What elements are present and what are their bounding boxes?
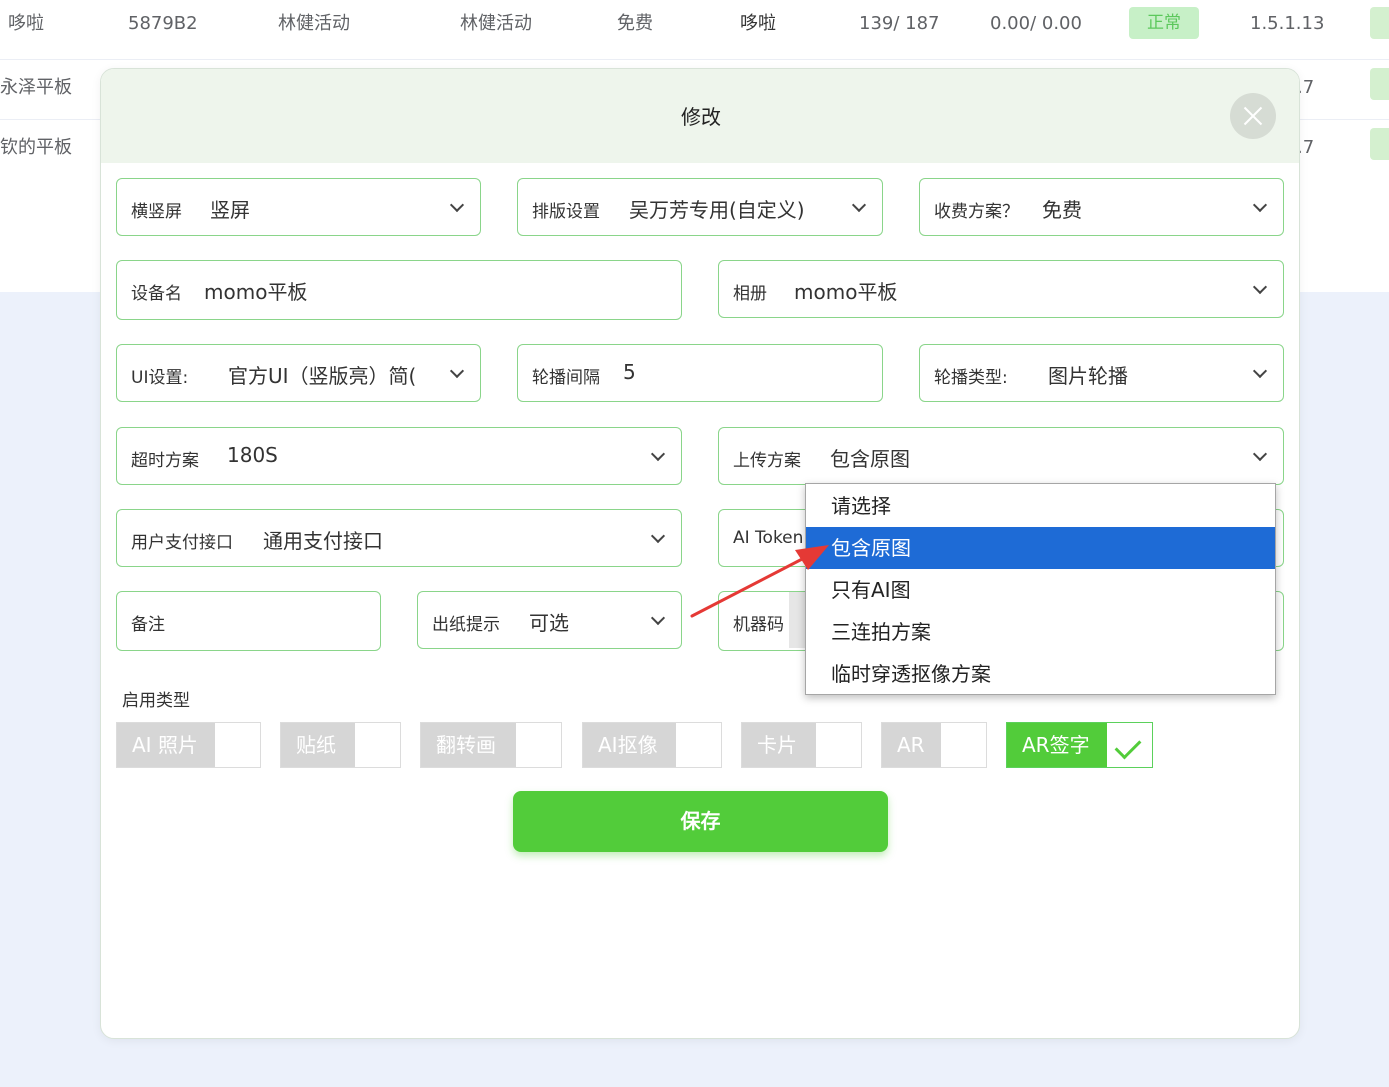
billing-select[interactable]: 收费方案？ 免费 xyxy=(919,178,1284,236)
field-label: 备注 xyxy=(131,615,165,635)
type-checkbox-card[interactable]: 卡片 xyxy=(741,722,862,768)
timeout-select[interactable]: 超时方案 180S xyxy=(116,427,682,485)
checkbox-label: AR签字 xyxy=(1007,723,1107,767)
upload-select[interactable]: 上传方案 包含原图 xyxy=(718,427,1284,485)
checkbox-label: 卡片 xyxy=(742,723,816,767)
checkbox-label: AI抠像 xyxy=(583,723,676,767)
type-checkbox-flip[interactable]: 翻转画 xyxy=(420,722,562,768)
table-cell: 139/ 187 xyxy=(859,13,940,34)
field-label: AI Token xyxy=(733,528,804,548)
type-checkbox-ai-photo[interactable]: AI 照片 xyxy=(116,722,261,768)
field-value: 180S xyxy=(227,443,278,467)
table-row[interactable]: 哆啦 5879B2 林健活动 林健活动 免费 哆啦 139/ 187 0.00/… xyxy=(0,0,1389,60)
chevron-down-icon xyxy=(448,198,466,216)
field-label: 出纸提示 xyxy=(432,615,500,635)
type-checkbox-sticker[interactable]: 贴纸 xyxy=(280,722,401,768)
chevron-down-icon xyxy=(1251,447,1269,465)
row-action-button[interactable] xyxy=(1370,128,1389,160)
dropdown-option[interactable]: 临时穿透抠像方案 xyxy=(806,653,1275,695)
ui-setting-select[interactable]: UI设置: 官方UI（竖版亮）简( xyxy=(116,344,481,402)
type-checkbox-ai-cutout[interactable]: AI抠像 xyxy=(582,722,722,768)
modal-title: 修改 xyxy=(681,105,721,129)
table-cell: 钦的平板 xyxy=(0,137,72,158)
field-value: 免费 xyxy=(1042,198,1082,222)
modal-header: 修改 xyxy=(101,69,1299,163)
field-value: 吴万芳专用(自定义) xyxy=(629,198,805,222)
carousel-type-select[interactable]: 轮播类型: 图片轮播 xyxy=(919,344,1284,402)
chevron-down-icon xyxy=(1251,280,1269,298)
enable-types-label: 启用类型 xyxy=(122,691,190,711)
chevron-down-icon xyxy=(649,611,667,629)
row-action-button[interactable] xyxy=(1370,68,1389,100)
table-cell: 哆啦 xyxy=(740,13,776,34)
field-value: 图片轮播 xyxy=(1048,364,1128,388)
check-icon xyxy=(1114,732,1142,760)
field-label: 轮播类型: xyxy=(934,368,1008,388)
checkbox-label: 翻转画 xyxy=(421,723,516,767)
table-cell: 哆啦 xyxy=(8,13,44,34)
field-label: 超时方案 xyxy=(131,451,199,471)
field-label: 上传方案 xyxy=(733,451,801,471)
field-label: 相册 xyxy=(733,284,767,304)
close-icon[interactable] xyxy=(1230,93,1276,139)
field-value: 5 xyxy=(623,360,636,384)
orientation-select[interactable]: 横竖屏 竖屏 xyxy=(116,178,481,236)
type-checkbox-ar[interactable]: AR xyxy=(881,722,987,768)
field-label: 排版设置 xyxy=(532,202,600,222)
chevron-down-icon xyxy=(448,364,466,382)
chevron-down-icon xyxy=(649,447,667,465)
version-cell: 1.5.1.13 xyxy=(1250,13,1325,34)
field-label: 机器码 xyxy=(733,615,784,635)
table-cell: 5879B2 xyxy=(128,13,198,34)
remark-input[interactable]: 备注 xyxy=(116,591,381,651)
layout-select[interactable]: 排版设置 吴万芳专用(自定义) xyxy=(517,178,883,236)
upload-dropdown-list: 请选择 包含原图 只有AI图 三连拍方案 临时穿透抠像方案 xyxy=(805,483,1276,695)
checkbox-label: AI 照片 xyxy=(117,723,215,767)
row-action-button[interactable] xyxy=(1370,7,1389,39)
dropdown-option[interactable]: 请选择 xyxy=(806,485,1275,527)
dropdown-option-selected[interactable]: 包含原图 xyxy=(806,527,1275,569)
field-label: 轮播间隔 xyxy=(532,368,600,388)
field-value: 官方UI（竖版亮）简( xyxy=(228,364,417,388)
dropdown-option[interactable]: 只有AI图 xyxy=(806,569,1275,611)
checkbox-label: 贴纸 xyxy=(281,723,355,767)
field-label: 用户支付接口 xyxy=(131,533,233,553)
field-value: 包含原图 xyxy=(830,447,910,471)
field-label: 设备名 xyxy=(131,284,182,304)
field-value: 竖屏 xyxy=(210,198,250,222)
chevron-down-icon xyxy=(1251,198,1269,216)
save-button[interactable]: 保存 xyxy=(513,791,888,852)
chevron-down-icon xyxy=(1251,364,1269,382)
table-cell: 0.00/ 0.00 xyxy=(990,13,1082,34)
field-label: 收费方案？ xyxy=(934,202,1019,222)
album-select[interactable]: 相册 momo平板 xyxy=(718,260,1284,318)
chevron-down-icon xyxy=(649,529,667,547)
device-name-input[interactable]: 设备名 momo平板 xyxy=(116,260,682,320)
type-checkbox-ar-sign[interactable]: AR签字 xyxy=(1006,722,1153,768)
dropdown-option[interactable]: 三连拍方案 xyxy=(806,611,1275,653)
carousel-interval-input[interactable]: 轮播间隔 5 xyxy=(517,344,883,402)
table-cell: 免费 xyxy=(617,13,653,34)
field-value: 通用支付接口 xyxy=(263,529,383,553)
field-value: momo平板 xyxy=(204,280,308,304)
field-label: UI设置: xyxy=(131,368,189,388)
checkbox-label: AR xyxy=(882,723,941,767)
field-value: momo平板 xyxy=(794,280,898,304)
chevron-down-icon xyxy=(850,198,868,216)
table-cell: 林健活动 xyxy=(460,13,532,34)
status-badge: 正常 xyxy=(1129,7,1199,39)
table-cell: 林健活动 xyxy=(278,13,350,34)
payment-select[interactable]: 用户支付接口 通用支付接口 xyxy=(116,509,682,567)
field-value: 可选 xyxy=(529,611,569,635)
field-label: 横竖屏 xyxy=(131,202,182,222)
paper-tip-select[interactable]: 出纸提示 可选 xyxy=(417,591,682,649)
table-cell: 永泽平板 xyxy=(0,77,72,98)
